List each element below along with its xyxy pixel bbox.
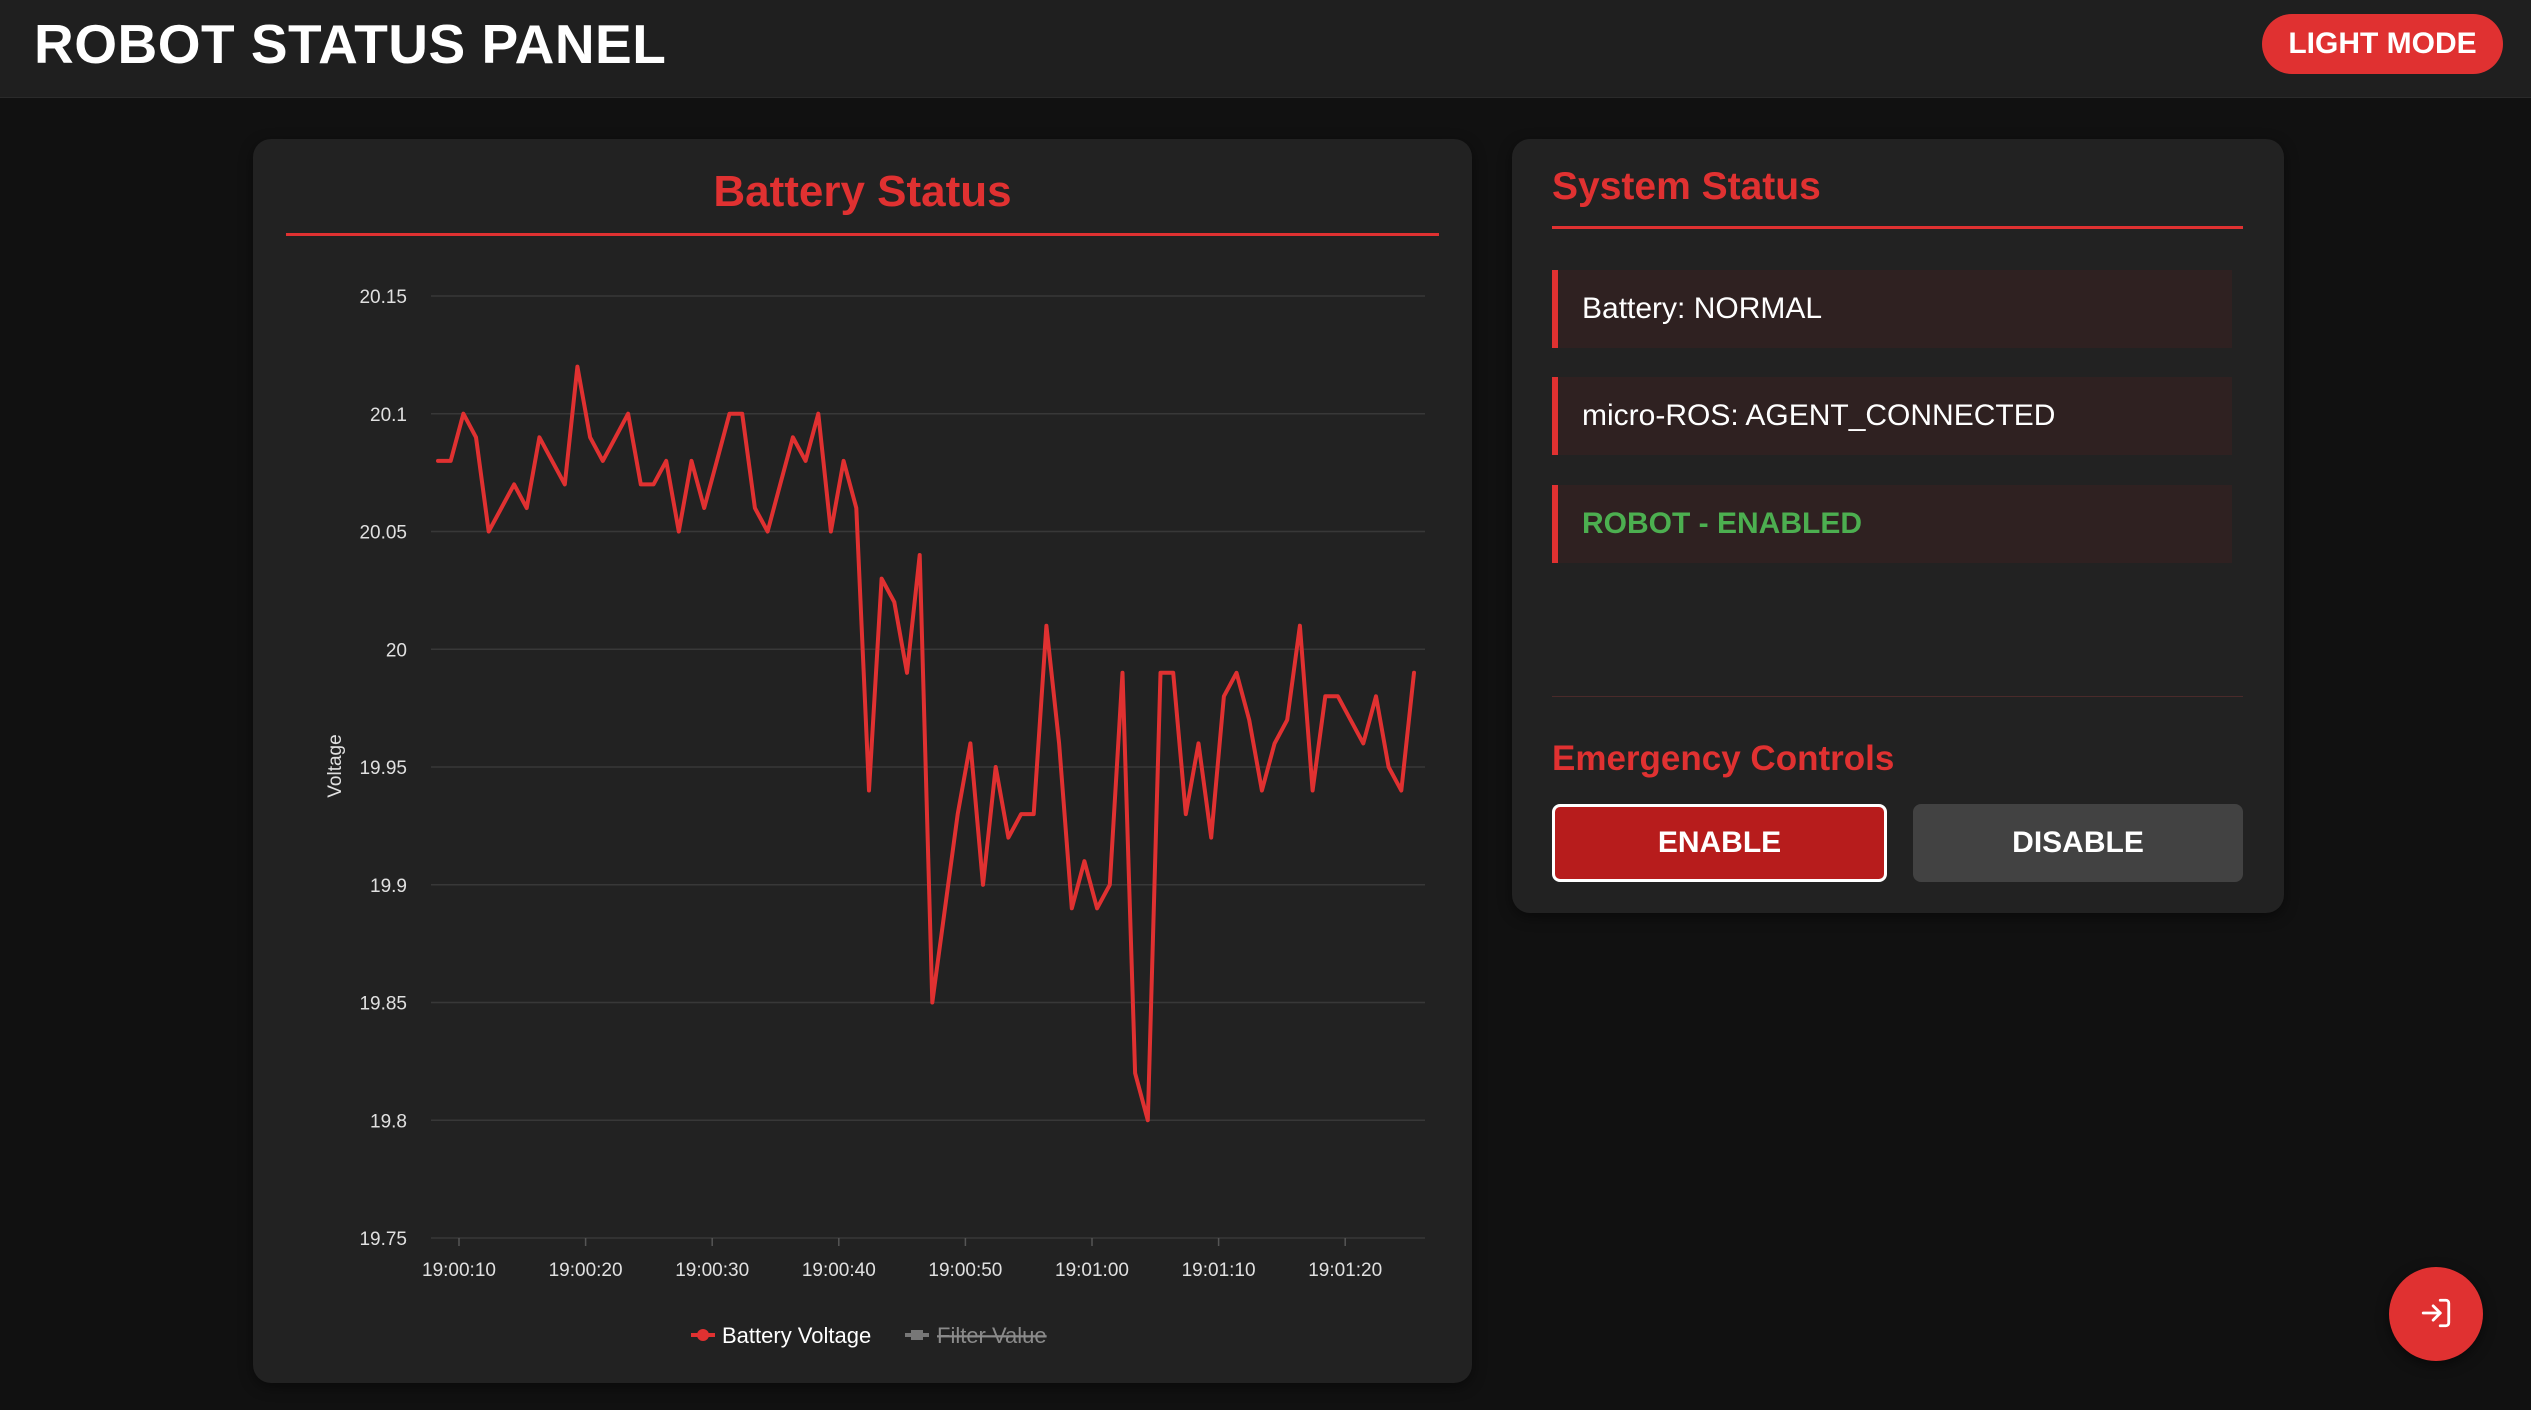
y-tick-label: 19.95 <box>359 758 407 779</box>
y-tick-label: 19.9 <box>370 876 407 897</box>
system-title-underline <box>1552 226 2243 229</box>
robot-enabled-status-item: ROBOT - ENABLED <box>1552 485 2232 563</box>
section-divider <box>1552 696 2243 697</box>
y-tick-label: 20.05 <box>359 523 407 544</box>
x-tick-label: 19:01:00 <box>1055 1260 1129 1281</box>
login-button[interactable] <box>2389 1267 2483 1361</box>
battery-status-item: Battery: NORMAL <box>1552 270 2232 348</box>
system-status-title: System Status <box>1552 165 1821 208</box>
top-bar: ROBOT STATUS PANEL LIGHT MODE <box>0 0 2531 98</box>
legend-item-filter-value: Filter Value <box>905 1323 1047 1348</box>
x-tick-label: 19:00:40 <box>802 1260 876 1281</box>
x-tick-label: 19:00:30 <box>675 1260 749 1281</box>
y-tick-label: 19.8 <box>370 1111 407 1132</box>
battery-status-card: Battery Status 20.15 20.1 20.05 20 19.95 19.9… <box>253 139 1472 1383</box>
y-tick-label: 20.15 <box>359 287 407 308</box>
x-tick-label: 19:01:10 <box>1182 1260 1256 1281</box>
page-title: ROBOT STATUS PANEL <box>34 13 667 75</box>
login-icon <box>2419 1296 2453 1333</box>
y-tick-label: 20 <box>386 640 407 661</box>
enable-button[interactable]: ENABLE <box>1552 804 1887 882</box>
y-tick-label: 19.75 <box>359 1229 407 1250</box>
emergency-controls-title: Emergency Controls <box>1552 739 1895 778</box>
x-tick-label: 19:00:20 <box>549 1260 623 1281</box>
x-tick-label: 19:00:10 <box>422 1260 496 1281</box>
legend-marker <box>911 1330 923 1340</box>
light-mode-button[interactable]: LIGHT MODE <box>2262 14 2503 74</box>
y-tick-label: 20.1 <box>370 405 407 426</box>
micro-ros-status-item: micro-ROS: AGENT_CONNECTED <box>1552 377 2232 455</box>
legend-marker <box>697 1329 709 1341</box>
x-tick-label: 19:00:50 <box>928 1260 1002 1281</box>
disable-button[interactable]: DISABLE <box>1913 804 2243 882</box>
y-axis-label: Voltage <box>325 734 346 797</box>
x-tick-label: 19:01:20 <box>1308 1260 1382 1281</box>
legend-label: Battery Voltage <box>722 1323 871 1348</box>
battery-voltage-chart: 20.15 20.1 20.05 20 19.95 19.9 19.85 19.8 19.75 1… <box>325 287 1425 1348</box>
y-tick-label: 19.85 <box>359 994 407 1015</box>
system-status-card: System Status Battery: NORMAL micro-ROS:… <box>1512 139 2284 913</box>
battery-voltage-series-line <box>436 364 1416 1123</box>
legend-label: Filter Value <box>937 1323 1047 1348</box>
legend-item-battery-voltage: Battery Voltage <box>691 1323 871 1348</box>
